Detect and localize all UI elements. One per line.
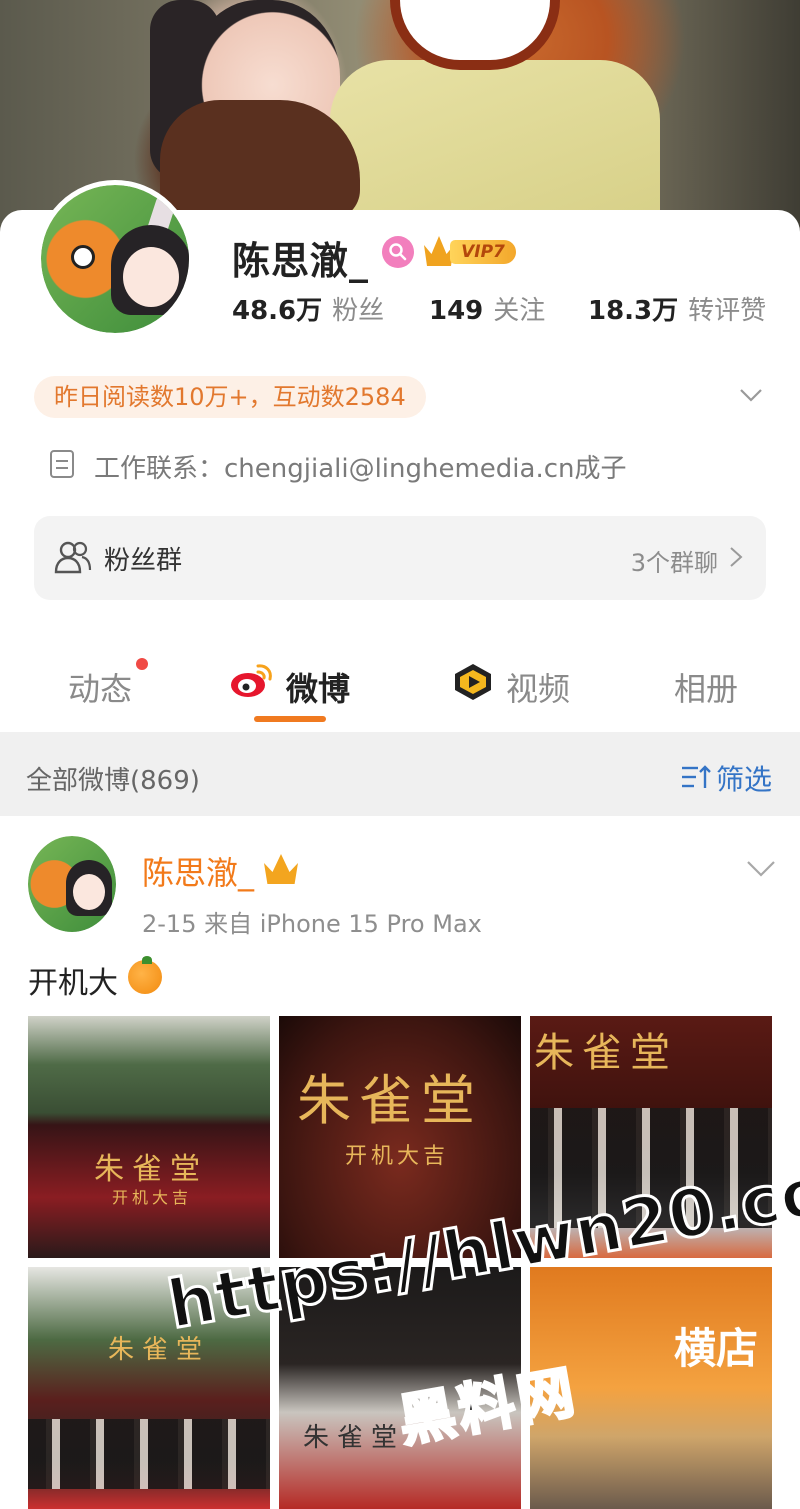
avatar-face [123, 247, 179, 307]
vip-label: VIP7 [450, 240, 516, 264]
fans-group-button[interactable]: 粉丝群 3个群聊 [34, 516, 766, 600]
fans-group-label: 粉丝群 [104, 546, 183, 576]
tab-album[interactable]: 相册 [674, 664, 738, 710]
stat-following[interactable]: 149 关注 [429, 290, 545, 327]
read-stats-pill[interactable]: 昨日阅读数10万+，互动数2584 [34, 376, 426, 418]
group-photo [28, 1419, 270, 1489]
post-avatar-illustration [28, 836, 116, 932]
stat-label: 粉丝 [332, 296, 385, 326]
avatar-fox-eye [71, 245, 95, 269]
image-subtitle: 开机大吉 [112, 1188, 193, 1207]
profile-tabs: 动态 微博 视频 相册 [0, 640, 800, 732]
image-subtitle: 开机大吉 [345, 1144, 450, 1169]
profile-avatar[interactable] [36, 180, 194, 338]
image-title: 朱雀堂 [297, 1069, 483, 1132]
video-icon [455, 664, 491, 700]
stat-value: 18.3万 [588, 296, 679, 326]
hotel-sign: 横店 [674, 1327, 758, 1371]
avatar-illustration [41, 185, 189, 333]
chevron-down-icon[interactable] [746, 858, 776, 880]
notification-dot [136, 658, 148, 670]
search-icon[interactable] [382, 236, 414, 268]
active-tab-indicator [254, 716, 326, 722]
vip-badge[interactable]: VIP7 [424, 236, 520, 268]
hotel-sign-text: 横店 [673, 1324, 758, 1373]
all-weibo-count[interactable]: 全部微博(869) [26, 760, 200, 797]
stat-value: 48.6万 [232, 296, 323, 326]
stat-label: 转评赞 [688, 296, 767, 326]
tab-video[interactable]: 视频 [506, 664, 570, 710]
post-meta: 2-15 来自 iPhone 15 Pro Max [142, 910, 482, 938]
weibo-icon [231, 664, 272, 697]
post-avatar[interactable] [28, 836, 116, 932]
tab-weibo[interactable]: 微博 [286, 664, 350, 710]
document-icon [50, 450, 74, 478]
post-text: 开机大 [28, 966, 118, 1001]
image-title: 朱雀堂 [94, 1152, 208, 1187]
fans-group-count: 3个群聊 [630, 549, 718, 577]
cover-plush [160, 100, 360, 220]
chevron-right-icon [730, 547, 743, 567]
chevron-down-icon[interactable] [740, 384, 762, 406]
image-title: 朱雀堂 [303, 1423, 406, 1453]
tab-dynamics[interactable]: 动态 [68, 664, 132, 710]
orange-emoji-icon [128, 956, 162, 994]
stat-followers[interactable]: 48.6万 粉丝 [232, 290, 384, 327]
post-image[interactable]: 朱雀堂 开机大吉 [28, 1016, 270, 1258]
profile-name: 陈思澈_ [232, 239, 370, 283]
image-title: 朱雀堂 [534, 1030, 678, 1076]
post-author-name[interactable]: 陈思澈_ [142, 848, 254, 894]
filter-icon[interactable] [680, 764, 712, 790]
stat-value: 149 [429, 296, 484, 326]
people-icon [54, 541, 92, 574]
avatar-face [73, 874, 105, 910]
filter-button[interactable]: 筛选 [716, 758, 772, 798]
crown-icon [264, 854, 298, 884]
filter-bar: 全部微博(869) 筛选 [0, 732, 800, 816]
stat-label: 关注 [493, 296, 546, 326]
stat-likes[interactable]: 18.3万 转评赞 [588, 290, 766, 327]
contact-text: 工作联系：chengjiali@linghemedia.cn成子 [94, 454, 627, 484]
